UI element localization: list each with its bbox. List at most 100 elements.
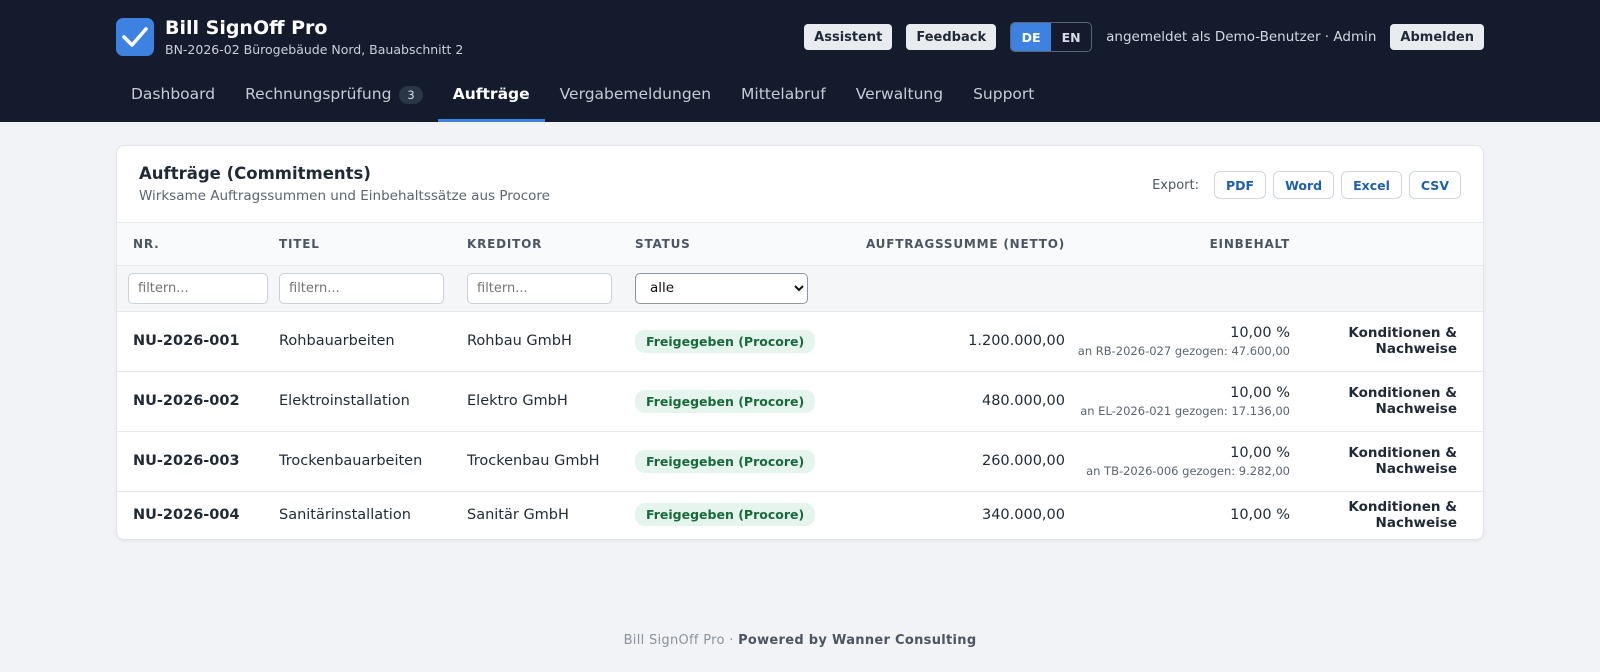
table-row[interactable]: NU-2026-003 Trockenbauarbeiten Trockenba… [117, 431, 1483, 492]
einbehalt-percent: 10,00 % [1230, 384, 1290, 401]
filter-cell-nr [117, 265, 279, 312]
cell-kreditor: Rohbau GmbH [467, 311, 635, 372]
column-header-kreditor[interactable]: KREDITOR [467, 223, 635, 266]
cell-einbehalt: 10,00 % [1065, 491, 1290, 538]
filter-kreditor-input[interactable] [467, 272, 612, 304]
footer-brand: Bill SignOff Pro [623, 633, 725, 648]
feedback-button[interactable]: Feedback [906, 24, 997, 50]
lang-de-button[interactable]: DE [1011, 23, 1052, 51]
filter-cell-empty [1065, 265, 1290, 312]
cell-actions: Konditionen & Nachweise [1290, 431, 1483, 492]
nav-rechnungspruefung[interactable]: Rechnungsprüfung 3 [230, 78, 438, 122]
cell-actions: Konditionen & Nachweise [1290, 371, 1483, 432]
export-csv-button[interactable]: CSV [1408, 171, 1461, 199]
cell-kreditor: Trockenbau GmbH [467, 431, 635, 492]
status-badge: Freigegeben (Procore) [635, 503, 816, 527]
nav-support[interactable]: Support [958, 78, 1049, 122]
cell-summe: 340.000,00 [981, 506, 1065, 523]
filter-cell-kreditor [467, 265, 635, 312]
filter-cell-titel [279, 265, 467, 312]
project-subtitle: BN-2026-02 Bürogebäude Nord, Bauabschnit… [165, 42, 464, 57]
nav-vergabemeldungen[interactable]: Vergabemeldungen [545, 78, 726, 122]
column-header-titel[interactable]: TITEL [279, 223, 467, 266]
nav-verwaltung-label: Verwaltung [855, 85, 944, 103]
commitments-card: Aufträge (Commitments) Wirksame Auftrags… [116, 145, 1484, 540]
brand: Bill SignOff Pro BN-2026-02 Bürogebäude … [165, 17, 463, 57]
column-header-status[interactable]: STATUS [635, 223, 831, 266]
nav-auftraege[interactable]: Aufträge [437, 78, 545, 122]
cell-kreditor: Sanitär GmbH [467, 506, 569, 523]
einbehalt-percent: 10,00 % [1230, 324, 1290, 341]
cell-titel: Rohbauarbeiten [279, 311, 467, 372]
table-row[interactable]: NU-2026-002 Elektroinstallation Elektro … [117, 371, 1483, 432]
export-label: Export: [1152, 177, 1199, 193]
top-bar: Bill SignOff Pro BN-2026-02 Bürogebäude … [0, 0, 1600, 122]
cell-einbehalt: 10,00 % an RB-2026-027 gezogen: 47.600,00 [1065, 311, 1290, 372]
cell-nr: NU-2026-001 [117, 311, 279, 372]
status-badge: Freigegeben (Procore) [635, 389, 816, 413]
column-header-actions [1290, 223, 1483, 266]
filter-cell-status: alle [635, 265, 831, 312]
app-title: Bill SignOff Pro [165, 17, 328, 39]
lang-en-button[interactable]: EN [1051, 23, 1091, 51]
einbehalt-drawn: an TB-2026-006 gezogen: 9.282,00 [1086, 463, 1290, 478]
header-row: Bill SignOff Pro BN-2026-02 Bürogebäude … [116, 17, 1484, 57]
konditionen-link[interactable]: Konditionen & Nachweise [1348, 499, 1457, 531]
filter-status-select[interactable]: alle [635, 272, 808, 304]
konditionen-link[interactable]: Konditionen & Nachweise [1348, 445, 1457, 477]
einbehalt-percent: 10,00 % [1230, 506, 1290, 523]
cell-nr: NU-2026-004 [133, 506, 240, 523]
cell-nr: NU-2026-002 [117, 371, 279, 432]
language-switch: DE EN [1010, 22, 1093, 52]
nav-dashboard[interactable]: Dashboard [116, 78, 230, 122]
export-word-button[interactable]: Word [1273, 171, 1335, 199]
export-group: Export: PDF Word Excel CSV [1152, 171, 1461, 199]
main-nav: Dashboard Rechnungsprüfung 3 Aufträge Ver… [116, 78, 1049, 122]
assistant-button[interactable]: Assistent [804, 24, 893, 50]
konditionen-link[interactable]: Konditionen & Nachweise [1348, 385, 1457, 417]
nav-verwaltung[interactable]: Verwaltung [841, 78, 958, 122]
filter-cell-empty [831, 265, 1065, 312]
cell-kreditor: Elektro GmbH [467, 371, 635, 432]
card-header: Aufträge (Commitments) Wirksame Auftrags… [117, 146, 1483, 223]
export-pdf-button[interactable]: PDF [1214, 171, 1267, 199]
table-row[interactable]: NU-2026-001 Rohbauarbeiten Rohbau GmbH F… [117, 311, 1483, 372]
cell-actions: Konditionen & Nachweise [1290, 491, 1483, 538]
cell-status: Freigegeben (Procore) [635, 311, 831, 372]
nav-dashboard-label: Dashboard [131, 85, 216, 103]
cell-einbehalt: 10,00 % an EL-2026-021 gezogen: 17.136,00 [1065, 371, 1290, 432]
cell-titel: Sanitärinstallation [279, 506, 411, 523]
column-header-summe[interactable]: AUFTRAGSSUMME (NETTO) [831, 223, 1065, 266]
logout-button[interactable]: Abmelden [1390, 24, 1484, 50]
export-excel-button[interactable]: Excel [1341, 171, 1402, 199]
nav-mittelabruf[interactable]: Mittelabruf [726, 78, 841, 122]
nav-vergabemeldungen-label: Vergabemeldungen [559, 85, 712, 103]
status-badge: Freigegeben (Procore) [635, 449, 816, 473]
filter-cell-empty [1290, 265, 1483, 312]
cell-titel: Elektroinstallation [279, 371, 467, 432]
cell-summe: 260.000,00 [831, 431, 1065, 492]
filter-nr-input[interactable] [128, 272, 268, 304]
table-row[interactable]: NU-2026-004 Sanitärinstallation Sanitär … [117, 491, 1483, 538]
column-header-nr[interactable]: NR. [117, 223, 279, 266]
footer-powered-by: Powered by Wanner Consulting [738, 633, 977, 648]
user-info: angemeldet als Demo-Benutzer · Admin [1106, 29, 1377, 45]
commitments-table: NR. TITEL KREDITOR STATUS AUFTRAGSSUMME … [117, 223, 1483, 538]
header-actions: Assistent Feedback DE EN angemeldet als … [804, 22, 1484, 52]
nav-mittelabruf-label: Mittelabruf [741, 85, 826, 103]
table-header-row: NR. TITEL KREDITOR STATUS AUFTRAGSSUMME … [117, 223, 1483, 266]
nav-support-label: Support [973, 85, 1035, 103]
filter-titel-input[interactable] [279, 272, 444, 304]
cell-einbehalt: 10,00 % an TB-2026-006 gezogen: 9.282,00 [1065, 431, 1290, 492]
cell-status: Freigegeben (Procore) [635, 371, 831, 432]
cell-status: Freigegeben (Procore) [635, 491, 831, 538]
footer: Bill SignOff Pro · Powered by Wanner Con… [0, 633, 1600, 648]
column-header-einbehalt[interactable]: EINBEHALT [1065, 223, 1290, 266]
nav-auftraege-label: Aufträge [452, 85, 530, 103]
konditionen-link[interactable]: Konditionen & Nachweise [1348, 325, 1457, 357]
einbehalt-drawn: an EL-2026-021 gezogen: 17.136,00 [1080, 403, 1290, 418]
cell-summe: 480.000,00 [831, 371, 1065, 432]
cell-titel: Trockenbauarbeiten [279, 431, 467, 492]
einbehalt-percent: 10,00 % [1230, 444, 1290, 461]
einbehalt-drawn: an RB-2026-027 gezogen: 47.600,00 [1077, 343, 1290, 358]
